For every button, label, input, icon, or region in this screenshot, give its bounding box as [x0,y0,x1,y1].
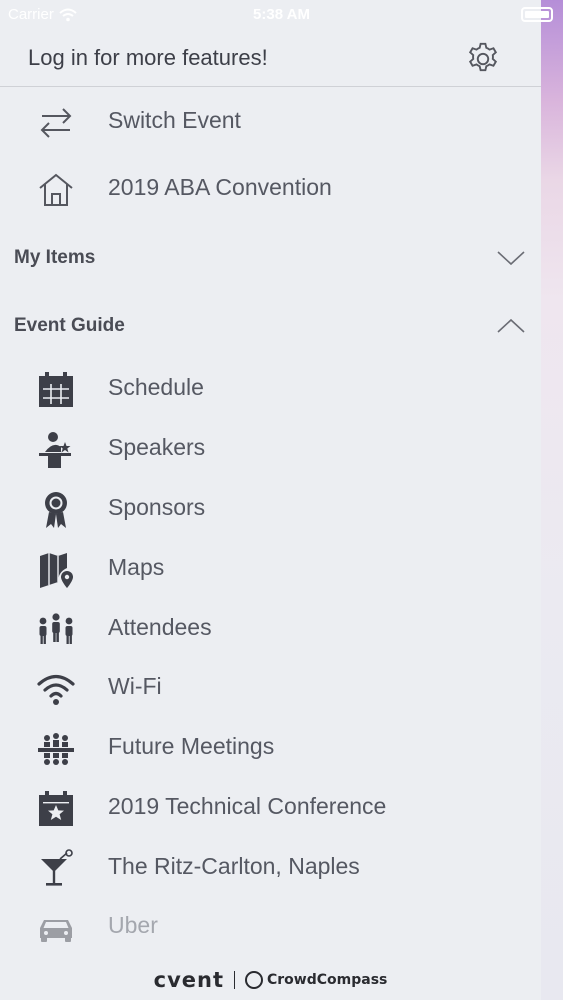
car-icon [40,920,72,942]
attendees-item[interactable]: Attendees [0,598,541,658]
speakers-item[interactable]: Speakers [0,418,541,478]
ribbon-award-icon [45,492,67,528]
wifi-item[interactable]: Wi-Fi [0,657,541,717]
calendar-icon [39,372,73,407]
status-bar: Carrier 5:38 AM [0,0,563,30]
gear-icon[interactable] [464,40,502,78]
battery-icon [521,7,553,22]
meeting-table-icon [38,733,74,765]
wifi-icon [37,674,75,705]
ritz-carlton-item[interactable]: The Ritz-Carlton, Naples [0,837,541,897]
event-guide-section-header[interactable]: Event Guide [0,301,541,351]
map-pin-icon [40,553,73,588]
sponsors-label: Sponsors [108,494,206,520]
chevron-up-icon[interactable] [496,317,526,335]
chevron-down-icon[interactable] [496,249,526,267]
wifi-label: Wi-Fi [108,673,162,699]
brand-divider [234,971,235,989]
cvent-logo: cvent [153,968,224,992]
footer-branding: cvent CrowdCompass [0,960,541,1000]
sponsors-item[interactable]: Sponsors [0,478,541,538]
background-app-edge [541,0,563,1000]
navigation-drawer: Log in for more features! Switch Event 2… [0,0,541,1000]
my-items-section-header[interactable]: My Items [0,233,541,283]
speaker-podium-icon [39,432,71,468]
switch-arrows-icon [40,108,72,138]
switch-event-item[interactable]: Switch Event [0,91,541,151]
uber-item[interactable]: Uber [0,896,541,956]
ritz-carlton-label: The Ritz-Carlton, Naples [108,853,360,879]
home-icon [39,173,73,206]
status-time: 5:38 AM [253,6,310,23]
calendar-star-icon [39,791,73,826]
event-guide-title: Event Guide [14,315,125,336]
login-prompt[interactable]: Log in for more features! [28,45,268,71]
future-meetings-item[interactable]: Future Meetings [0,717,541,777]
technical-conference-label: 2019 Technical Conference [108,793,387,819]
event-home-item[interactable]: 2019 ABA Convention [0,158,541,218]
uber-label: Uber [108,912,158,938]
maps-label: Maps [108,554,165,580]
crowdcompass-text: CrowdCompass [267,972,388,988]
technical-conference-item[interactable]: 2019 Technical Conference [0,777,541,837]
speakers-label: Speakers [108,434,206,460]
login-header[interactable]: Log in for more features! [0,28,541,87]
maps-item[interactable]: Maps [0,538,541,598]
event-home-label: 2019 ABA Convention [108,174,332,200]
attendees-label: Attendees [108,614,212,640]
schedule-item[interactable]: Schedule [0,358,541,418]
crowdcompass-icon [245,971,263,989]
crowdcompass-logo: CrowdCompass [245,971,387,989]
people-group-icon [39,613,73,644]
schedule-label: Schedule [108,374,204,400]
switch-event-label: Switch Event [108,107,241,133]
my-items-title: My Items [14,247,96,268]
future-meetings-label: Future Meetings [108,733,275,759]
cocktail-icon [41,849,73,886]
